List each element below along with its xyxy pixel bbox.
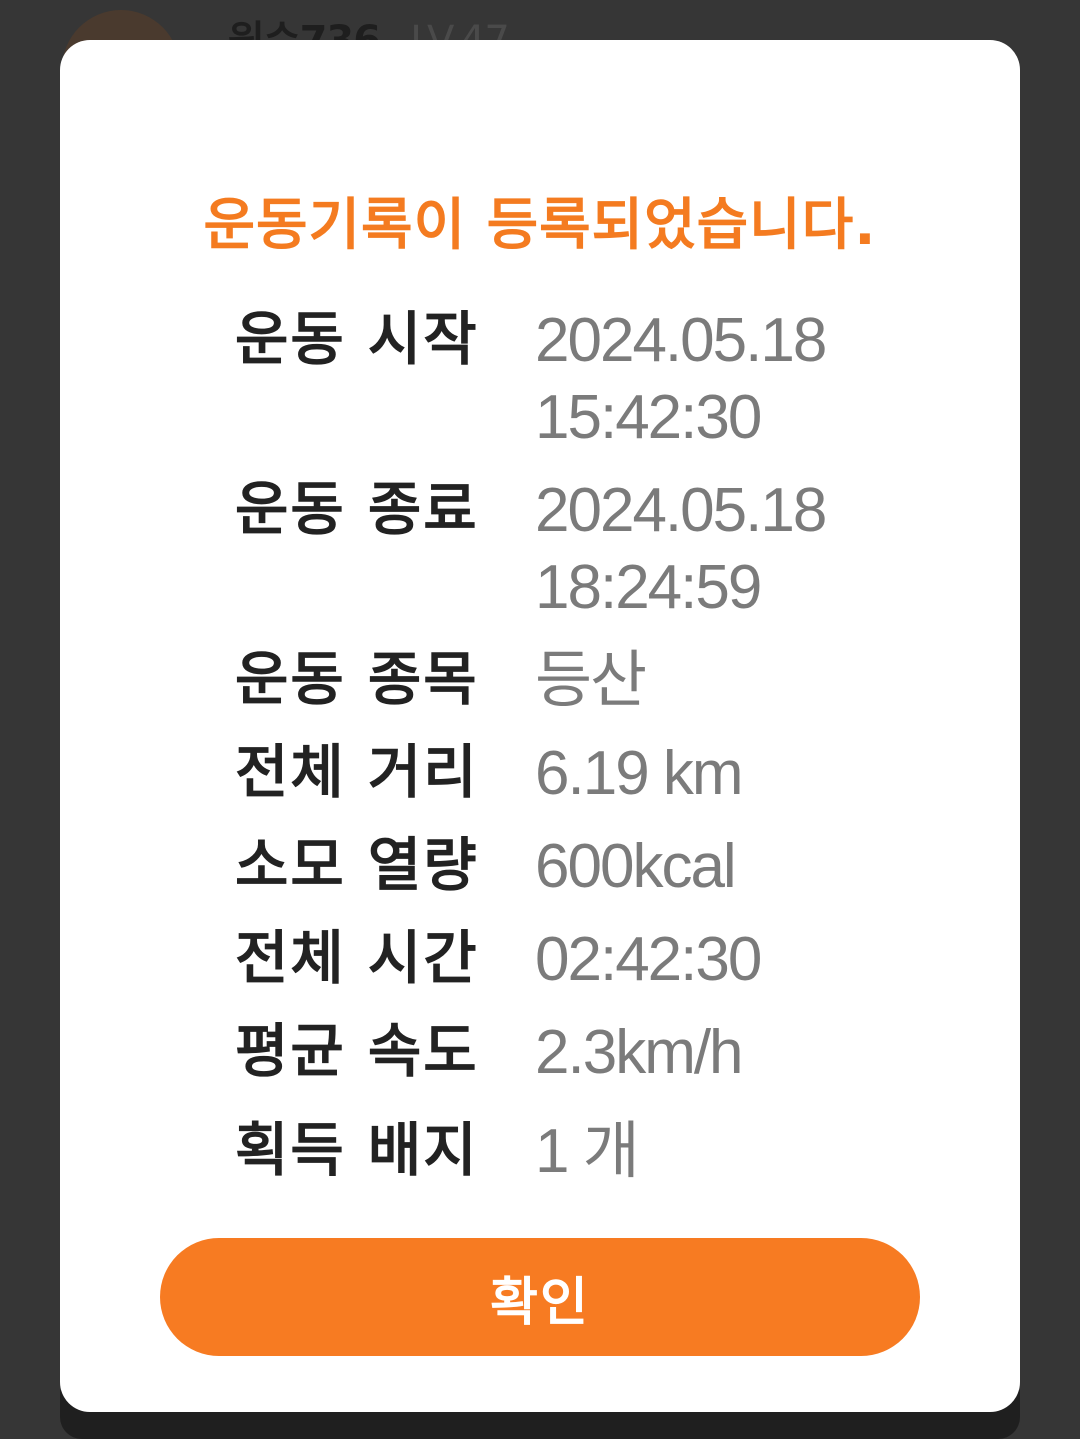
row-start-time: 운동 시작 2024.05.18 15:42:30 bbox=[235, 302, 935, 456]
row-total-distance: 전체 거리 6.19 km bbox=[235, 735, 935, 812]
value-start-date: 2024.05.18 bbox=[535, 306, 827, 375]
label-end-time: 운동 종료 bbox=[235, 475, 479, 543]
row-badges-earned: 획득 배지 1 개 bbox=[235, 1113, 935, 1190]
row-end-time: 운동 종료 2024.05.18 18:24:59 bbox=[235, 472, 935, 626]
value-start-clock: 15:42:30 bbox=[535, 383, 762, 452]
value-calories: 600kcal bbox=[535, 832, 737, 901]
value-end-clock: 18:24:59 bbox=[535, 553, 762, 622]
row-average-speed: 평균 속도 2.3km/h bbox=[235, 1014, 935, 1091]
row-total-time: 전체 시간 02:42:30 bbox=[235, 921, 935, 998]
label-average-speed: 평균 속도 bbox=[235, 1017, 479, 1085]
confirm-button[interactable]: 확인 bbox=[160, 1238, 920, 1356]
dialog-title: 운동기록이 등록되었습니다. bbox=[203, 193, 877, 258]
value-total-time: 02:42:30 bbox=[535, 925, 762, 994]
value-average-speed: 2.3km/h bbox=[535, 1018, 744, 1087]
value-total-distance: 6.19 km bbox=[535, 739, 744, 808]
label-calories: 소모 열량 bbox=[235, 831, 479, 899]
row-exercise-type: 운동 종목 등산 bbox=[235, 642, 935, 719]
record-details: 운동 시작 2024.05.18 15:42:30 운동 종료 2024.05.… bbox=[235, 302, 935, 1206]
value-badges-earned: 1 개 bbox=[535, 1117, 640, 1186]
value-end-date: 2024.05.18 bbox=[535, 476, 827, 545]
label-exercise-type: 운동 종목 bbox=[235, 645, 479, 713]
label-badges-earned: 획득 배지 bbox=[235, 1116, 479, 1184]
label-total-distance: 전체 거리 bbox=[235, 738, 479, 806]
value-exercise-type: 등산 bbox=[535, 646, 647, 715]
label-total-time: 전체 시간 bbox=[235, 924, 479, 992]
value-end-time: 2024.05.18 18:24:59 bbox=[535, 472, 827, 626]
row-calories: 소모 열량 600kcal bbox=[235, 828, 935, 905]
record-registered-dialog: 운동기록이 등록되었습니다. 운동 시작 2024.05.18 15:42:30… bbox=[60, 40, 1020, 1412]
value-start-time: 2024.05.18 15:42:30 bbox=[535, 302, 827, 456]
label-start-time: 운동 시작 bbox=[235, 305, 479, 373]
